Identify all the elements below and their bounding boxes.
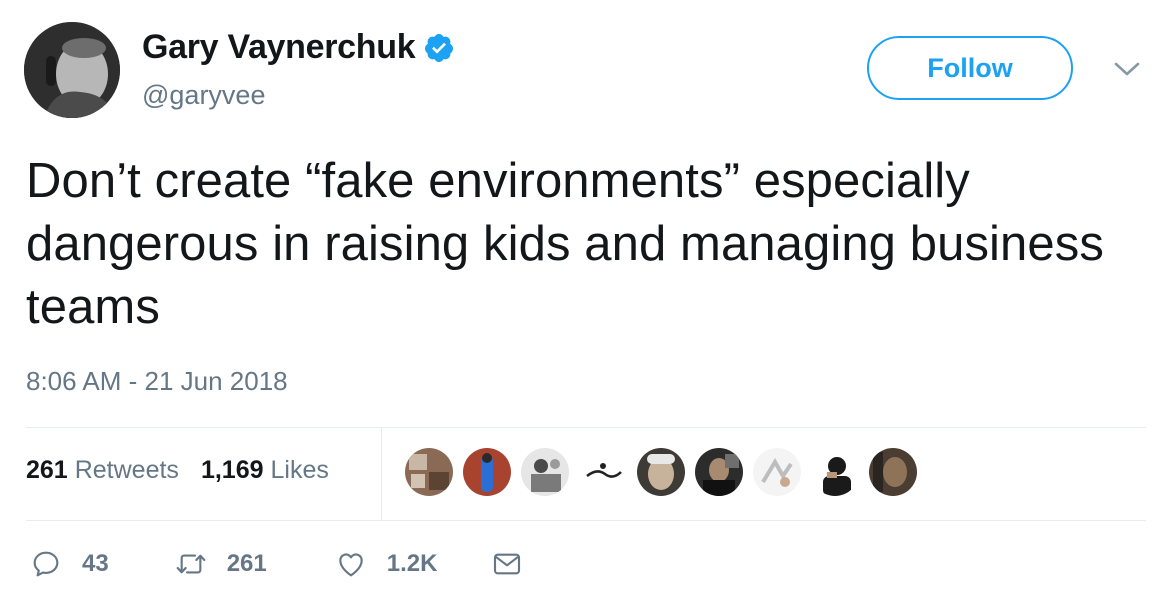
retweet-action[interactable]: 261	[175, 548, 267, 580]
retweets-stat[interactable]: 261 Retweets	[26, 456, 179, 485]
chevron-down-icon[interactable]	[1112, 58, 1142, 80]
reply-count: 43	[82, 550, 109, 577]
like-count: 1.2K	[386, 550, 438, 577]
likes-count: 1,169	[200, 456, 264, 484]
tweet-actions: 43 261 1.2K	[30, 548, 523, 580]
author-name[interactable]: Gary Vaynerchuk	[142, 28, 416, 67]
envelope-icon	[494, 553, 521, 575]
heart-icon	[339, 553, 363, 577]
liker-avatar[interactable]	[405, 448, 453, 496]
liker-avatar[interactable]	[869, 448, 917, 496]
reply-icon	[33, 551, 59, 577]
liker-avatar[interactable]	[753, 448, 801, 496]
liker-avatar[interactable]	[463, 448, 511, 496]
likes-label: Likes	[270, 456, 329, 484]
tweet-stats: 261 Retweets 1,169 Likes	[26, 456, 351, 485]
retweet-count: 261	[226, 550, 267, 577]
stats-divider	[381, 428, 382, 520]
verified-badge-icon	[425, 33, 454, 62]
likes-stat[interactable]: 1,169 Likes	[201, 456, 329, 485]
tweet-text: Don’t create “fake environments” especia…	[26, 154, 1132, 334]
author-name-row: Gary Vaynerchuk	[142, 28, 455, 67]
liker-avatar[interactable]	[579, 448, 627, 496]
liker-avatars	[405, 448, 927, 496]
divider	[26, 520, 1146, 521]
tweet-timestamp[interactable]: 8:06 AM - 21 Jun 2018	[26, 366, 288, 397]
liker-avatar[interactable]	[637, 448, 685, 496]
divider	[26, 427, 1146, 428]
author-handle[interactable]: @garyvee	[142, 80, 265, 111]
liker-avatar[interactable]	[695, 448, 743, 496]
author-avatar[interactable]	[24, 22, 120, 118]
retweets-count: 261	[26, 456, 68, 484]
direct-message-action[interactable]	[491, 548, 523, 580]
liker-avatar[interactable]	[811, 448, 859, 496]
like-action[interactable]: 1.2K	[335, 548, 438, 580]
retweets-label: Retweets	[74, 456, 179, 484]
reply-action[interactable]: 43	[30, 548, 109, 580]
retweet-icon	[176, 554, 206, 574]
liker-avatar[interactable]	[521, 448, 569, 496]
follow-button[interactable]: Follow	[867, 36, 1073, 100]
